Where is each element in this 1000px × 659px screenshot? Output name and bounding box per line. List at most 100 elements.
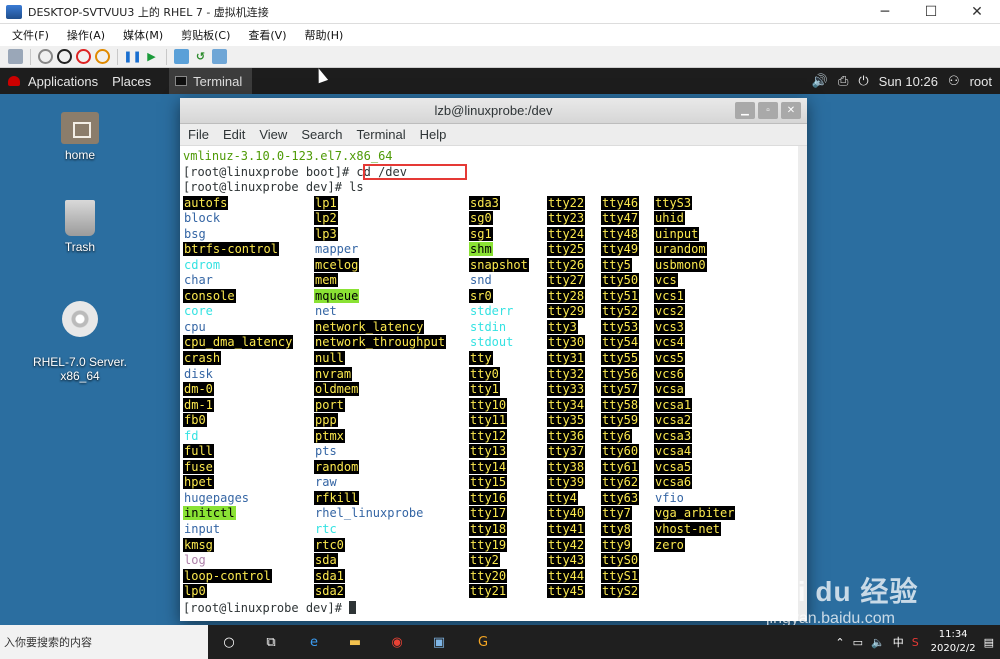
ls-entry: kmsg <box>183 537 293 554</box>
terminal-titlebar[interactable]: lzb@linuxprobe:/dev ▁ ▫ ✕ <box>180 98 807 124</box>
taskbar-search-box[interactable]: 入你要搜索的内容 <box>0 625 208 659</box>
terminal-menu-edit[interactable]: Edit <box>223 127 245 142</box>
cortana-icon[interactable]: ○ <box>220 633 238 651</box>
ls-entry: tty4 <box>547 490 585 507</box>
resume-icon[interactable]: ▶ <box>144 49 159 64</box>
clock[interactable]: Sun 10:26 <box>879 74 938 89</box>
ls-entry-name: tty26 <box>547 257 586 272</box>
chrome-icon[interactable]: ◉ <box>388 633 406 651</box>
shell-prompt: [root@linuxprobe dev]# <box>183 180 350 194</box>
terminal-menu-search[interactable]: Search <box>301 127 342 142</box>
terminal-scrollbar[interactable] <box>798 146 807 621</box>
ls-entry: tty2 <box>469 553 529 569</box>
ls-entry-name: lp1 <box>314 195 338 210</box>
ls-entry-name: sr0 <box>469 288 493 303</box>
volume-icon[interactable]: 🔈 <box>871 636 885 649</box>
ls-entry-name: bsg <box>184 226 206 241</box>
user-menu[interactable]: root <box>970 74 992 89</box>
ls-entry-name: vcsa6 <box>654 475 693 490</box>
start-icon[interactable] <box>38 49 53 64</box>
menu-file[interactable]: 文件(F) <box>12 27 49 43</box>
ls-entry-name: tty32 <box>547 366 586 381</box>
edge-icon[interactable]: e <box>305 633 323 651</box>
ls-entry: tty41 <box>547 521 586 538</box>
ls-entry-name: tty18 <box>469 521 508 536</box>
ls-entry: bsg <box>183 227 293 243</box>
desktop-icon-trash[interactable]: Trash <box>30 200 130 254</box>
ls-entry: uinput <box>654 226 735 243</box>
ls-entry-name: tty <box>469 350 493 365</box>
close-button[interactable]: ✕ <box>954 0 1000 24</box>
terminal-menu-file[interactable]: File <box>188 127 209 142</box>
network-icon[interactable]: ▭ <box>853 636 863 649</box>
ls-entry: vcs6 <box>654 366 735 383</box>
pause-icon[interactable]: ❚❚ <box>123 49 141 64</box>
maximize-button[interactable]: ☐ <box>908 0 954 24</box>
ls-entry-name: ptmx <box>314 428 345 443</box>
hyperv-icon[interactable]: ▣ <box>430 633 448 651</box>
enhanced-session-icon[interactable] <box>212 49 227 64</box>
shutdown-icon[interactable] <box>76 49 91 64</box>
notification-icon[interactable]: ▤ <box>984 636 994 649</box>
places-menu[interactable]: Places <box>112 74 151 89</box>
ls-entry: sda1 <box>314 568 446 585</box>
applications-menu[interactable]: Applications <box>28 74 98 89</box>
ls-entry-name: block <box>184 211 221 226</box>
file-explorer-icon[interactable]: ▬ <box>346 633 364 651</box>
menu-media[interactable]: 媒体(M) <box>123 27 163 43</box>
turn-off-icon[interactable] <box>57 49 72 64</box>
ls-entry: usbmon0 <box>654 257 735 274</box>
network-icon[interactable]: ⎙ <box>838 73 848 89</box>
terminal-close-button[interactable]: ✕ <box>781 102 801 119</box>
ls-entry: uhid <box>654 211 735 227</box>
ls-entry-name: tty31 <box>547 350 586 365</box>
ls-entry: random <box>314 459 446 476</box>
ls-entry: tty47 <box>601 211 640 227</box>
ls-entry-name: tty53 <box>601 319 640 334</box>
sogou-icon[interactable]: S <box>912 636 919 649</box>
ls-entry: mem <box>314 273 446 289</box>
ls-entry-name: tty28 <box>547 288 586 303</box>
ime-indicator[interactable]: 中 <box>893 634 904 650</box>
power-icon[interactable]: ⏻ <box>858 73 868 89</box>
ctrl-alt-del-icon[interactable] <box>8 49 23 64</box>
ls-entry-name: fd <box>184 428 199 443</box>
terminal-minimize-button[interactable]: ▁ <box>735 102 755 119</box>
volume-icon[interactable]: 🔊 <box>812 73 828 89</box>
ls-entry: tty15 <box>469 475 529 491</box>
save-state-icon[interactable] <box>95 49 110 64</box>
ls-entry-name: fb0 <box>183 413 207 428</box>
ls-entry-name: urandom <box>654 242 707 257</box>
ls-entry: tty39 <box>547 475 586 491</box>
terminal-menu-view[interactable]: View <box>259 127 287 142</box>
checkpoint-icon[interactable] <box>174 49 189 64</box>
ls-entry: mapper <box>314 242 446 258</box>
terminal-menu-terminal[interactable]: Terminal <box>357 127 406 142</box>
minimize-button[interactable]: ─ <box>862 0 908 24</box>
ls-entry: tty40 <box>547 506 586 522</box>
toolbar-separator <box>166 48 167 65</box>
desktop-icon-home[interactable]: home <box>30 112 130 162</box>
taskbar-clock[interactable]: 11:34 2020/2/2 <box>931 628 976 656</box>
tray-expand-icon[interactable]: ⌃ <box>835 636 844 649</box>
ls-entry: tty59 <box>601 413 640 429</box>
ls-entry-name: tty51 <box>601 288 640 303</box>
ls-entry: ppp <box>314 413 446 429</box>
ls-entry: sg0 <box>469 211 529 227</box>
terminal-menu-help[interactable]: Help <box>420 127 447 142</box>
terminal-maximize-button[interactable]: ▫ <box>758 102 778 119</box>
task-view-icon[interactable]: ⧉ <box>262 633 280 651</box>
app-g-icon[interactable]: G <box>474 633 492 651</box>
ls-entry-name: ttyS2 <box>601 584 640 599</box>
menu-view[interactable]: 查看(V) <box>248 27 286 43</box>
ls-entry-name: mapper <box>315 242 359 257</box>
revert-icon[interactable]: ↺ <box>193 49 208 64</box>
terminal-taskbar-tab[interactable]: Terminal <box>169 68 253 94</box>
toolbar-separator <box>117 48 118 65</box>
terminal-output[interactable]: vmlinuz-3.10.0-123.el7.x86_64 [root@linu… <box>180 146 798 621</box>
menu-action[interactable]: 操作(A) <box>67 27 105 43</box>
menu-clipboard[interactable]: 剪贴板(C) <box>181 27 230 43</box>
menu-help[interactable]: 帮助(H) <box>304 27 343 43</box>
desktop-icon-dvd[interactable]: RHEL-7.0 Server. x86_64 <box>30 287 130 397</box>
shell-prompt: [root@linuxprobe dev]# <box>183 600 350 615</box>
